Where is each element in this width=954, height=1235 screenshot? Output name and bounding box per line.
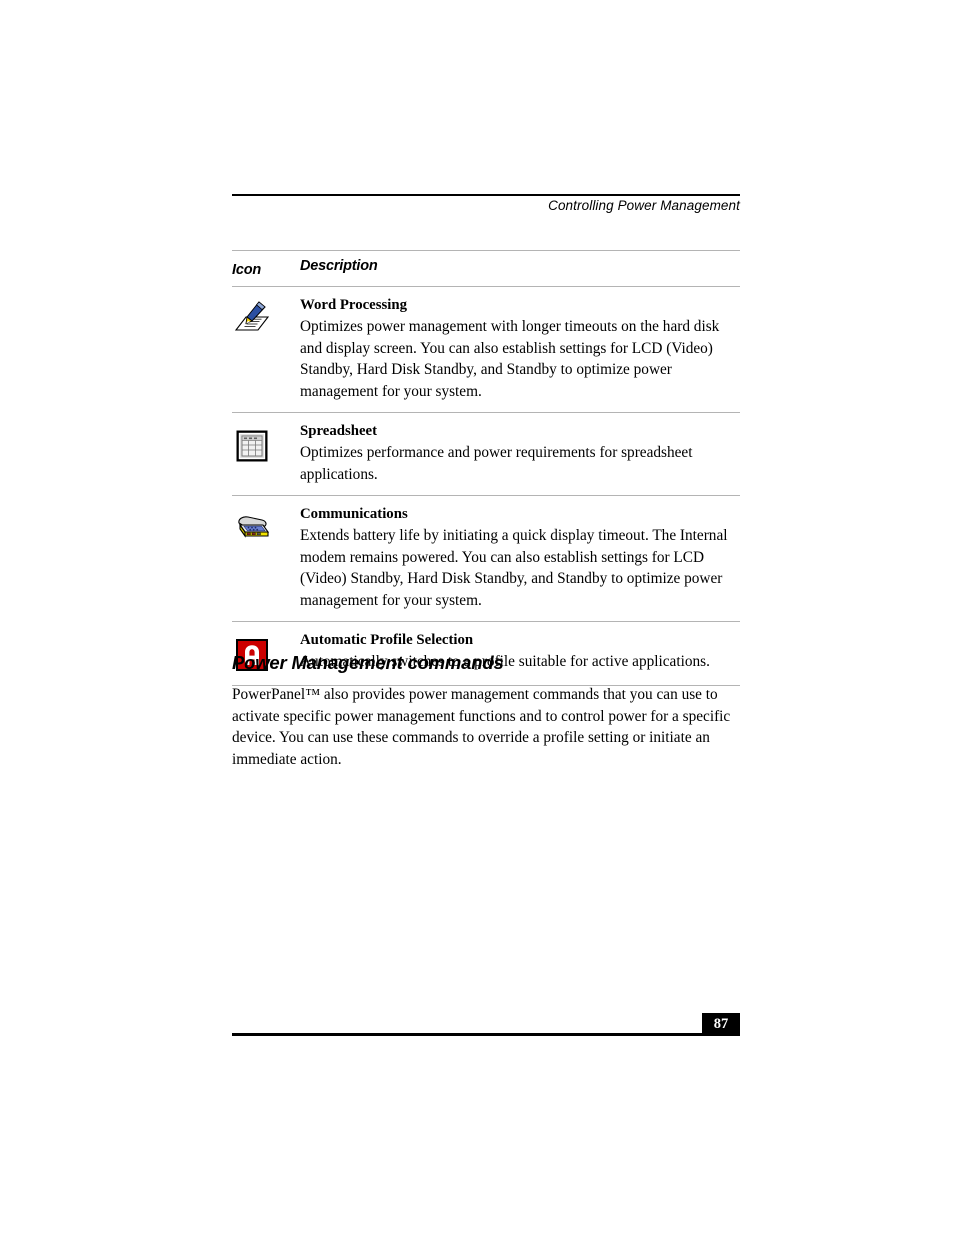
table-cell-icon: [232, 296, 300, 340]
table-cell-icon: [232, 505, 300, 549]
header-rule: [232, 194, 740, 196]
entry-title: Communications: [300, 506, 408, 522]
table-row: Spreadsheet Optimizes performance and po…: [232, 413, 740, 495]
running-header-title: Controlling Power Management: [548, 198, 740, 213]
entry-body: Extends battery life by initiating a qui…: [300, 527, 728, 609]
table-cell-description: Spreadsheet Optimizes performance and po…: [300, 422, 740, 485]
table-cell-description: Communications Extends battery life by i…: [300, 505, 740, 611]
column-header-description: Description: [300, 258, 378, 274]
page-number-badge: 87: [702, 1013, 740, 1035]
document-page: Controlling Power Management Icon Descri…: [0, 0, 954, 1235]
entry-body: Optimizes performance and power requirem…: [300, 444, 693, 483]
profiles-table: Icon Description Word Processing Optimiz…: [232, 250, 740, 686]
footer-rule: [232, 1033, 740, 1036]
word-processing-icon: [232, 300, 272, 340]
entry-title: Word Processing: [300, 297, 408, 313]
entry-title: Spreadsheet: [300, 423, 378, 439]
section-heading: Power Management commands: [232, 652, 504, 673]
table-row: Word Processing Optimizes power manageme…: [232, 287, 740, 412]
table-header-description-cell: Description: [300, 257, 740, 275]
spreadsheet-icon: [232, 426, 272, 466]
table-cell-description: Word Processing Optimizes power manageme…: [300, 296, 740, 402]
section-paragraph: PowerPanel™ also provides power manageme…: [232, 686, 731, 768]
column-header-icon: Icon: [232, 262, 262, 278]
table-header-icon-cell: Icon: [232, 257, 300, 279]
entry-title: Automatic Profile Selection: [300, 632, 474, 648]
table-row: Communications Extends battery life by i…: [232, 496, 740, 621]
table-cell-icon: [232, 422, 300, 466]
communications-icon: [232, 509, 272, 549]
table-header-row: Icon Description: [232, 251, 740, 286]
entry-body: Optimizes power management with longer t…: [300, 318, 720, 400]
